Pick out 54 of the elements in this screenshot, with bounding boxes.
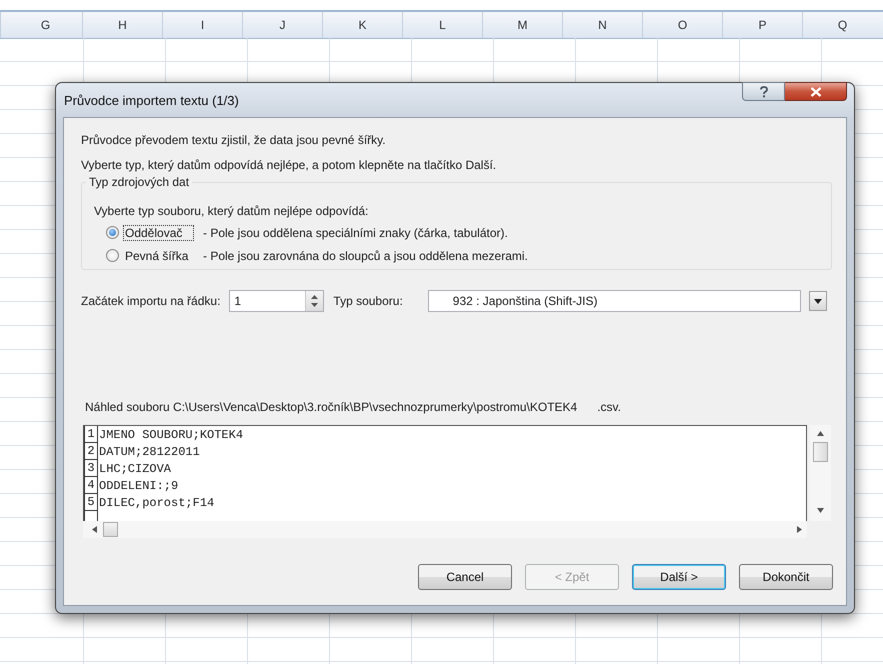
start-row-label: Začátek importu na řádku: <box>81 294 220 308</box>
option-description: - Pole jsou oddělena speciálními znaky (čárka, tabulátor). <box>203 226 508 240</box>
column-header[interactable]: I <box>162 12 242 38</box>
scroll-down-icon <box>817 508 824 513</box>
prompt-text: Vyberte typ souboru, který datům nejlépe odpovídá: <box>94 204 368 218</box>
group-title: Typ zdrojových dat <box>86 175 192 189</box>
instruction-text: Průvodce převodem textu zjistil, že data jsou pevné šířky. <box>81 132 386 146</box>
radio-button[interactable] <box>106 226 119 239</box>
preview-line: JMENO SOUBORU;KOTEK4 <box>98 428 244 442</box>
horizontal-scrollbar[interactable] <box>83 521 807 538</box>
close-button[interactable] <box>785 82 847 101</box>
radio-label[interactable]: Oddělovač <box>124 226 193 240</box>
line-number: 3 <box>84 460 98 477</box>
column-header[interactable]: L <box>402 12 482 38</box>
column-header[interactable]: O <box>642 12 722 38</box>
line-number: 5 <box>84 494 98 511</box>
help-icon <box>758 86 768 98</box>
column-header[interactable]: G <box>0 12 82 38</box>
column-header[interactable]: P <box>722 12 802 38</box>
scroll-right-icon <box>797 526 802 533</box>
preview-line: ODDELENI:;9 <box>98 478 178 492</box>
preview-label: Náhled souboru C:\Users\Venca\Desktop\3.ročník\BP\vsechnozprumerky\postromu\KOTEK4 .csv. <box>84 400 622 414</box>
instruction-text: Vyberte typ, který datům odpovídá nejlépe, a potom klepněte na tlačítko Další. <box>81 158 496 172</box>
preview-line: DILEC,porost;F14 <box>98 496 214 510</box>
radio-button[interactable] <box>106 249 119 262</box>
line-number: 4 <box>84 477 98 494</box>
vertical-scrollbar[interactable] <box>810 425 831 521</box>
dialog-button[interactable]: Další > <box>632 564 726 590</box>
close-icon <box>810 86 822 96</box>
column-header[interactable]: M <box>482 12 562 38</box>
option-description: - Pole jsou zarovnána do sloupců a jsou oddělena mezerami. <box>203 248 528 262</box>
file-type-dropdown[interactable]: 932 : Japonština (Shift-JIS) <box>428 290 801 312</box>
column-header[interactable]: N <box>562 12 642 38</box>
line-number: 1 <box>84 426 98 443</box>
column-header[interactable]: K <box>322 12 402 38</box>
radio-label[interactable]: Pevná šířka <box>124 248 193 262</box>
help-button[interactable] <box>742 82 785 101</box>
line-number: 2 <box>84 443 98 460</box>
file-type-label: Typ souboru: <box>333 294 403 308</box>
column-header[interactable]: J <box>242 12 322 38</box>
start-row-spinner[interactable]: 1 <box>229 290 324 312</box>
scrollbar-thumb[interactable] <box>103 522 118 537</box>
dialog-button[interactable]: Dokončit <box>739 564 833 590</box>
preview-line: LHC;CIZOVA <box>98 462 172 476</box>
caret-icon <box>814 298 822 304</box>
scroll-left-icon <box>92 526 97 533</box>
dropdown-button[interactable] <box>808 291 827 311</box>
preview-line: DATUM;28122011 <box>98 444 200 458</box>
column-header[interactable]: Q <box>802 12 882 38</box>
scrollbar-thumb[interactable] <box>813 442 828 462</box>
column-header[interactable]: H <box>82 12 162 38</box>
scroll-up-icon <box>817 431 824 436</box>
dialog-button[interactable]: Cancel <box>418 564 512 590</box>
window-title: Průvodce importem textu (1/3) <box>63 92 239 108</box>
